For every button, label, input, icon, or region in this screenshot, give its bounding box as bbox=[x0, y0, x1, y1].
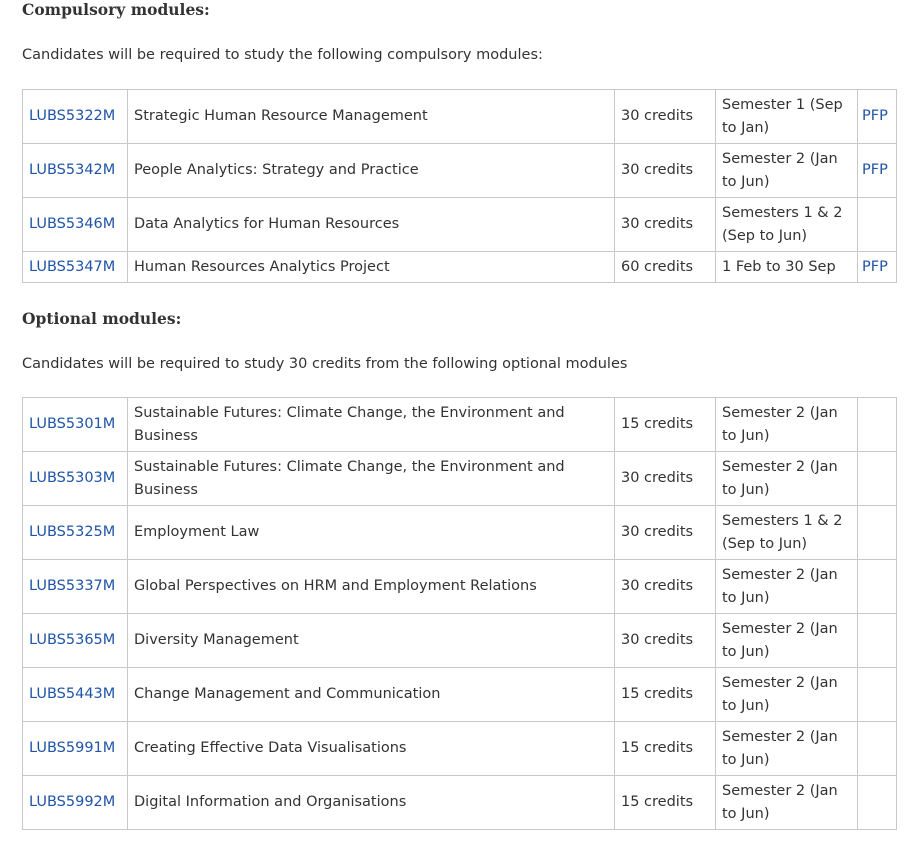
table-row: LUBS5347M Human Resources Analytics Proje… bbox=[22, 251, 897, 283]
module-code-cell: LUBS5342M bbox=[22, 143, 128, 198]
module-code-link[interactable]: LUBS5346M bbox=[29, 216, 115, 232]
module-credits: 15 credits bbox=[614, 721, 716, 776]
module-pfp-cell: PFP bbox=[857, 89, 897, 144]
module-code-cell: LUBS5991M bbox=[22, 721, 128, 776]
module-credits: 30 credits bbox=[614, 197, 716, 252]
module-credits: 30 credits bbox=[614, 505, 716, 560]
module-code-link[interactable]: LUBS5443M bbox=[29, 686, 115, 702]
module-pfp-cell: PFP bbox=[857, 143, 897, 198]
module-semester: 1 Feb to 30 Sep bbox=[715, 251, 858, 283]
module-title: Human Resources Analytics Project bbox=[127, 251, 615, 283]
module-title: Creating Effective Data Visualisations bbox=[127, 721, 615, 776]
table-row: LUBS5991M Creating Effective Data Visuali… bbox=[22, 721, 897, 776]
module-semester: Semester 2 (Jan to Jun) bbox=[715, 667, 858, 722]
optional-modules-table: LUBS5301M Sustainable Futures: Climate Ch… bbox=[22, 397, 897, 830]
module-pfp-cell: PFP bbox=[857, 251, 897, 283]
module-pfp-cell bbox=[857, 197, 897, 252]
module-code-link[interactable]: LUBS5325M bbox=[29, 524, 115, 540]
module-title: Global Perspectives on HRM and Employmen… bbox=[127, 559, 615, 614]
module-semester: Semester 2 (Jan to Jun) bbox=[715, 721, 858, 776]
table-row: LUBS5322M Strategic Human Resource Manage… bbox=[22, 89, 897, 144]
module-credits: 30 credits bbox=[614, 559, 716, 614]
module-pfp-cell bbox=[857, 721, 897, 776]
module-title: Diversity Management bbox=[127, 613, 615, 668]
optional-heading: Optional modules: bbox=[22, 309, 182, 328]
table-row: LUBS5443M Change Management and Communica… bbox=[22, 667, 897, 722]
module-semester: Semester 2 (Jan to Jun) bbox=[715, 613, 858, 668]
module-credits: 30 credits bbox=[614, 613, 716, 668]
compulsory-modules-table: LUBS5322M Strategic Human Resource Manage… bbox=[22, 89, 897, 283]
module-credits: 30 credits bbox=[614, 143, 716, 198]
module-code-link[interactable]: LUBS5303M bbox=[29, 470, 115, 486]
module-code-cell: LUBS5301M bbox=[22, 397, 128, 452]
module-semester: Semester 2 (Jan to Jun) bbox=[715, 397, 858, 452]
module-pfp-cell bbox=[857, 667, 897, 722]
table-row: LUBS5992M Digital Information and Organis… bbox=[22, 775, 897, 830]
table-row: LUBS5346M Data Analytics for Human Resour… bbox=[22, 197, 897, 252]
module-credits: 60 credits bbox=[614, 251, 716, 283]
module-title: Data Analytics for Human Resources bbox=[127, 197, 615, 252]
module-credits: 30 credits bbox=[614, 89, 716, 144]
compulsory-intro: Candidates will be required to study the… bbox=[22, 47, 543, 63]
module-title: Digital Information and Organisations bbox=[127, 775, 615, 830]
pfp-link[interactable]: PFP bbox=[862, 162, 888, 178]
module-code-link[interactable]: LUBS5347M bbox=[29, 259, 115, 275]
module-title: Sustainable Futures: Climate Change, the… bbox=[127, 451, 615, 506]
module-semester: Semester 2 (Jan to Jun) bbox=[715, 143, 858, 198]
module-title: Sustainable Futures: Climate Change, the… bbox=[127, 397, 615, 452]
module-pfp-cell bbox=[857, 397, 897, 452]
module-code-cell: LUBS5347M bbox=[22, 251, 128, 283]
module-credits: 15 credits bbox=[614, 775, 716, 830]
module-code-cell: LUBS5443M bbox=[22, 667, 128, 722]
module-code-link[interactable]: LUBS5337M bbox=[29, 578, 115, 594]
table-row: LUBS5325M Employment Law 30 credits Semeste… bbox=[22, 505, 897, 560]
module-code-cell: LUBS5325M bbox=[22, 505, 128, 560]
table-row: LUBS5301M Sustainable Futures: Climate Ch… bbox=[22, 397, 897, 452]
module-title: Strategic Human Resource Management bbox=[127, 89, 615, 144]
module-pfp-cell bbox=[857, 775, 897, 830]
module-code-cell: LUBS5322M bbox=[22, 89, 128, 144]
module-credits: 15 credits bbox=[614, 667, 716, 722]
module-code-link[interactable]: LUBS5365M bbox=[29, 632, 115, 648]
module-code-link[interactable]: LUBS5991M bbox=[29, 740, 115, 756]
module-code-cell: LUBS5303M bbox=[22, 451, 128, 506]
pfp-link[interactable]: PFP bbox=[862, 108, 888, 124]
module-pfp-cell bbox=[857, 505, 897, 560]
module-semester: Semester 1 (Sep to Jan) bbox=[715, 89, 858, 144]
module-code-cell: LUBS5346M bbox=[22, 197, 128, 252]
table-row: LUBS5337M Global Perspectives on HRM and … bbox=[22, 559, 897, 614]
table-row: LUBS5342M People Analytics: Strategy and … bbox=[22, 143, 897, 198]
module-code-link[interactable]: LUBS5322M bbox=[29, 108, 115, 124]
module-credits: 15 credits bbox=[614, 397, 716, 452]
module-pfp-cell bbox=[857, 559, 897, 614]
module-code-cell: LUBS5992M bbox=[22, 775, 128, 830]
table-row: LUBS5365M Diversity Management 30 credits S… bbox=[22, 613, 897, 668]
module-code-link[interactable]: LUBS5992M bbox=[29, 794, 115, 810]
module-semester: Semesters 1 & 2 (Sep to Jun) bbox=[715, 197, 858, 252]
optional-intro: Candidates will be required to study 30 … bbox=[22, 356, 628, 372]
module-code-link[interactable]: LUBS5301M bbox=[29, 416, 115, 432]
pfp-link[interactable]: PFP bbox=[862, 259, 888, 275]
compulsory-heading: Compulsory modules: bbox=[22, 0, 210, 19]
module-title: Change Management and Communication bbox=[127, 667, 615, 722]
module-semester: Semester 2 (Jan to Jun) bbox=[715, 451, 858, 506]
module-pfp-cell bbox=[857, 451, 897, 506]
module-semester: Semesters 1 & 2 (Sep to Jun) bbox=[715, 505, 858, 560]
module-title: Employment Law bbox=[127, 505, 615, 560]
module-semester: Semester 2 (Jan to Jun) bbox=[715, 559, 858, 614]
module-code-cell: LUBS5365M bbox=[22, 613, 128, 668]
module-code-cell: LUBS5337M bbox=[22, 559, 128, 614]
module-credits: 30 credits bbox=[614, 451, 716, 506]
module-code-link[interactable]: LUBS5342M bbox=[29, 162, 115, 178]
table-row: LUBS5303M Sustainable Futures: Climate Ch… bbox=[22, 451, 897, 506]
module-title: People Analytics: Strategy and Practice bbox=[127, 143, 615, 198]
module-pfp-cell bbox=[857, 613, 897, 668]
module-semester: Semester 2 (Jan to Jun) bbox=[715, 775, 858, 830]
